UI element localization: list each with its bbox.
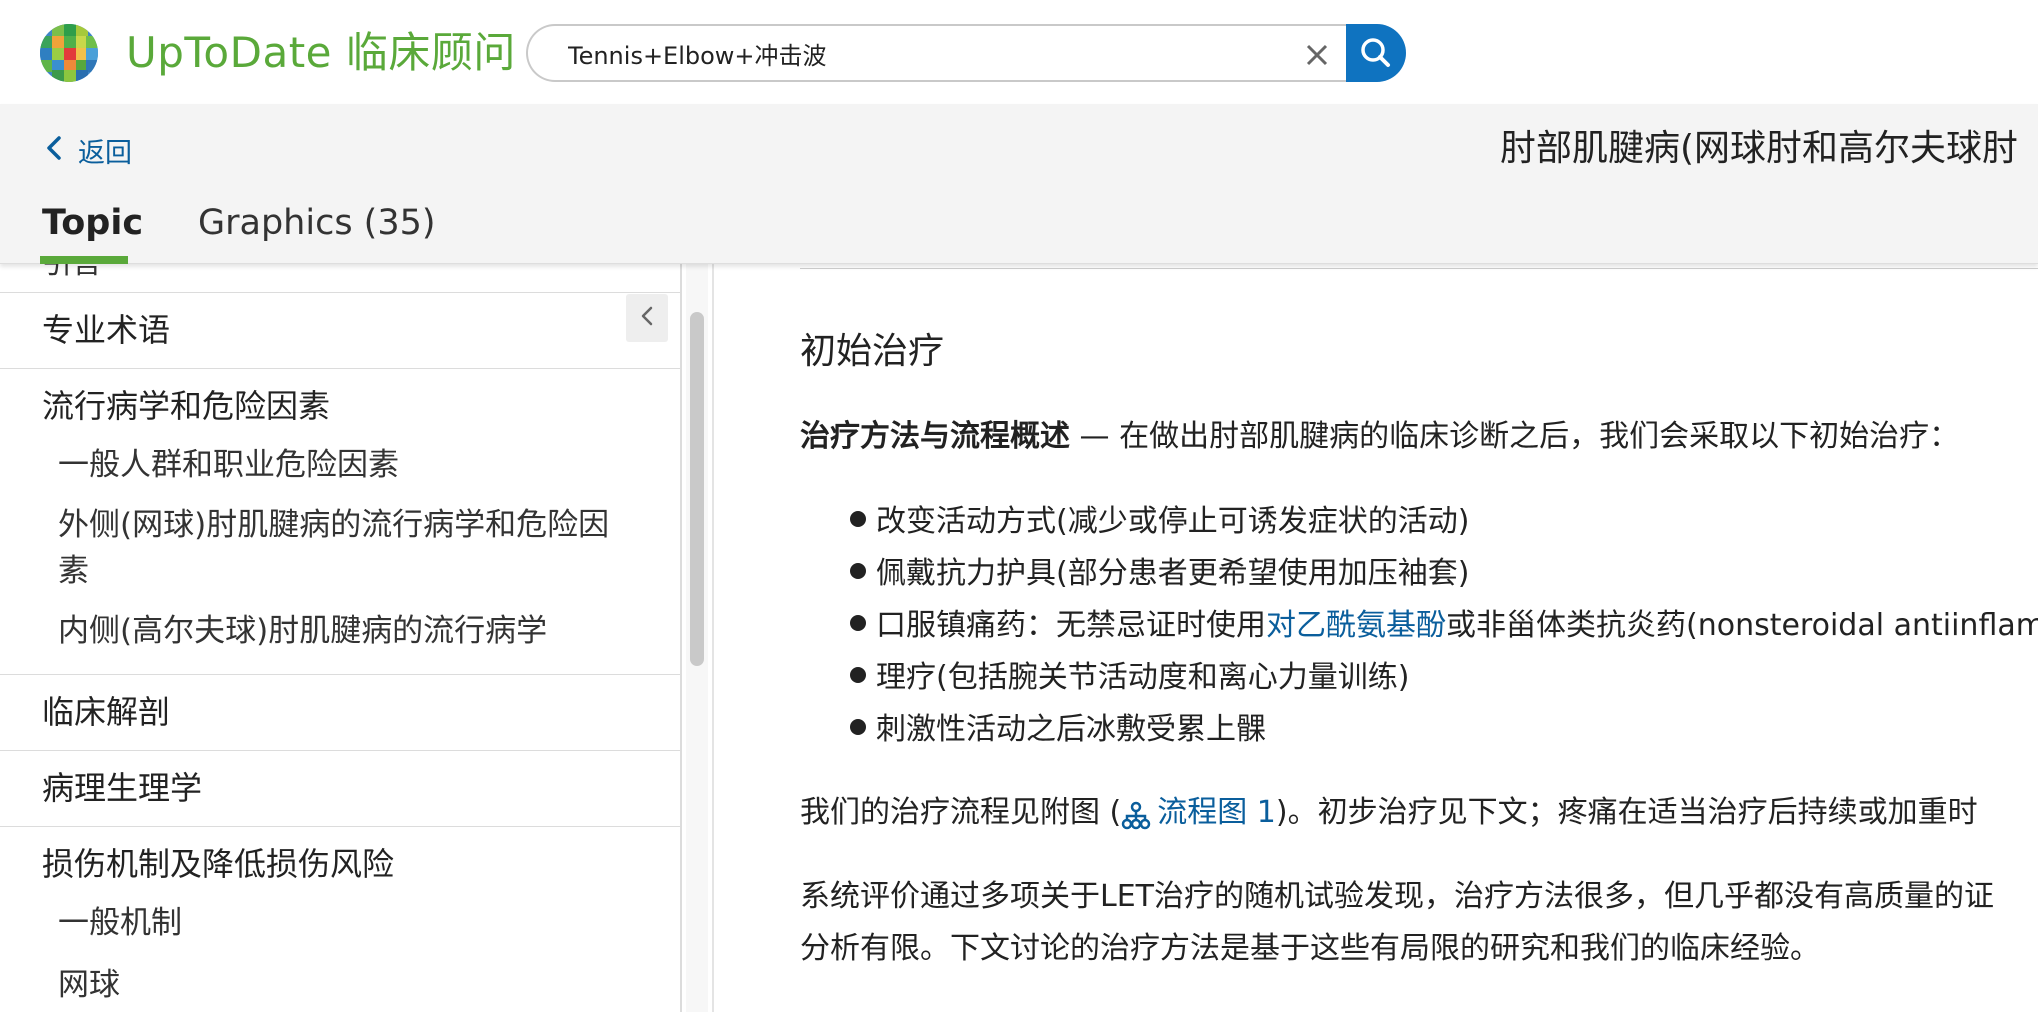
overview-bold: 治疗方法与流程概述	[800, 419, 1070, 454]
search-icon	[1346, 38, 1406, 86]
sidebar-scrollbar-thumb[interactable]	[690, 312, 704, 666]
review-paragraph-line: 系统评价通过多项关于LET治疗的随机试验发现，治疗方法很多，但几乎都没有高质量的…	[800, 879, 1994, 914]
topic-toolbar: 返回 肘部肌腱病(网球肘和高尔夫球肘 Topic Graphics (35)	[0, 104, 2038, 264]
list-item: 口服镇痛药：无禁忌证时使用对乙酰氨基酚或非甾体类抗炎药(nonsteroidal…	[850, 600, 2038, 652]
topic-outline-sidebar: 引言 专业术语 流行病学和危险因素 一般人群和职业危险因素 外侧(网球)肘肌腱病…	[0, 264, 682, 1012]
sidebar-item-epidemiology[interactable]: 流行病学和危险因素	[42, 384, 330, 428]
chevron-left-icon	[44, 133, 64, 167]
sidebar-item-terminology[interactable]: 专业术语	[42, 308, 170, 352]
overview-text: — 在做出肘部肌腱病的临床诊断之后，我们会采取以下初始治疗：	[1070, 419, 1960, 454]
list-item-text: 口服镇痛药：无禁忌证时使用	[876, 608, 1266, 643]
chevron-left-icon	[639, 304, 655, 332]
list-item: 刺激性活动之后冰敷受累上髁	[850, 704, 1266, 756]
sidebar-subitem[interactable]: 一般人群和职业危险因素	[58, 442, 638, 488]
search-input[interactable]	[568, 26, 1268, 80]
section-heading: 初始治疗	[800, 331, 945, 372]
flowchart-link-label: 流程图 1	[1157, 795, 1276, 830]
bullet-icon	[850, 614, 866, 631]
search-box	[526, 24, 1348, 82]
bullet-icon	[850, 562, 866, 579]
sidebar-item-anatomy[interactable]: 临床解剖	[42, 690, 170, 734]
app-header: UpToDate 临床顾问	[0, 0, 2038, 104]
sidebar-item-injury-mechanism[interactable]: 损伤机制及降低损伤风险	[42, 842, 394, 886]
bullet-icon	[850, 510, 866, 527]
app-logo-text[interactable]: UpToDate 临床顾问	[126, 24, 516, 82]
sidebar-subitem[interactable]: 网球	[58, 962, 638, 1008]
paragraph-text: 我们的治疗流程见附图 (	[800, 795, 1122, 830]
review-paragraph-line: 分析有限。下文讨论的治疗方法是基于这些有局限的研究和我们的临床经验。	[800, 931, 1820, 966]
list-item: 佩戴抗力护具(部分患者更希望使用加压袖套)	[850, 548, 1469, 600]
active-tab-indicator	[40, 256, 128, 264]
list-item-text: 改变活动方式(减少或停止可诱发症状的活动)	[876, 504, 1470, 539]
topic-content: 初始治疗 治疗方法与流程概述 — 在做出肘部肌腱病的临床诊断之后，我们会采取以下…	[714, 264, 2038, 1012]
divider	[0, 368, 680, 369]
sidebar-subitem[interactable]: 一般机制	[58, 900, 638, 946]
back-label: 返回	[78, 137, 132, 169]
list-item: 理疗(包括腕关节活动度和离心力量训练)	[850, 652, 1409, 704]
uptodate-logo-icon[interactable]	[40, 24, 98, 82]
sidebar-subitem[interactable]: 外侧(网球)肘肌腱病的流行病学和危险因素	[58, 502, 638, 594]
collapse-sidebar-button[interactable]	[626, 294, 668, 342]
bullet-icon	[850, 666, 866, 683]
divider	[0, 826, 680, 827]
list-item: 改变活动方式(减少或停止可诱发症状的活动)	[850, 496, 1469, 548]
divider	[0, 750, 680, 751]
divider	[0, 292, 680, 293]
tab-graphics[interactable]: Graphics (35)	[198, 196, 436, 264]
divider	[0, 674, 680, 675]
bullet-icon	[850, 718, 866, 735]
flowchart-paragraph: 我们的治疗流程见附图 ( 流程图 1)。初步治疗见下文；疼痛在适当治疗后持续或加重…	[800, 788, 1978, 838]
overview-paragraph: 治疗方法与流程概述 — 在做出肘部肌腱病的临床诊断之后，我们会采取以下初始治疗：	[800, 412, 1959, 462]
list-item-text: 理疗(包括腕关节活动度和离心力量训练)	[876, 660, 1410, 695]
paragraph-text: )。初步治疗见下文；疼痛在适当治疗后持续或加重时	[1275, 795, 1978, 830]
list-item-text: 或非甾体类抗炎药(nonsteroidal antiinflammatory	[1446, 608, 2038, 643]
sidebar-subitem[interactable]: 内侧(高尔夫球)肘肌腱病的流行病学	[58, 608, 638, 654]
tab-topic[interactable]: Topic	[42, 196, 143, 264]
search-button[interactable]	[1346, 24, 1406, 82]
flowchart-icon	[1121, 796, 1151, 829]
list-item-text: 刺激性活动之后冰敷受累上髁	[876, 712, 1266, 747]
sidebar-item-partial[interactable]: 引言	[42, 264, 102, 282]
sidebar-item-pathophysiology[interactable]: 病理生理学	[42, 766, 202, 810]
flowchart-link[interactable]: 流程图 1	[1121, 795, 1276, 830]
back-button[interactable]: 返回	[44, 130, 132, 170]
drug-link-acetaminophen[interactable]: 对乙酰氨基酚	[1266, 608, 1446, 643]
close-icon[interactable]	[1300, 38, 1334, 72]
list-item-text: 佩戴抗力护具(部分患者更希望使用加压袖套)	[876, 556, 1470, 591]
topic-title: 肘部肌腱病(网球肘和高尔夫球肘	[1500, 128, 2019, 169]
section-rule	[800, 268, 2038, 269]
